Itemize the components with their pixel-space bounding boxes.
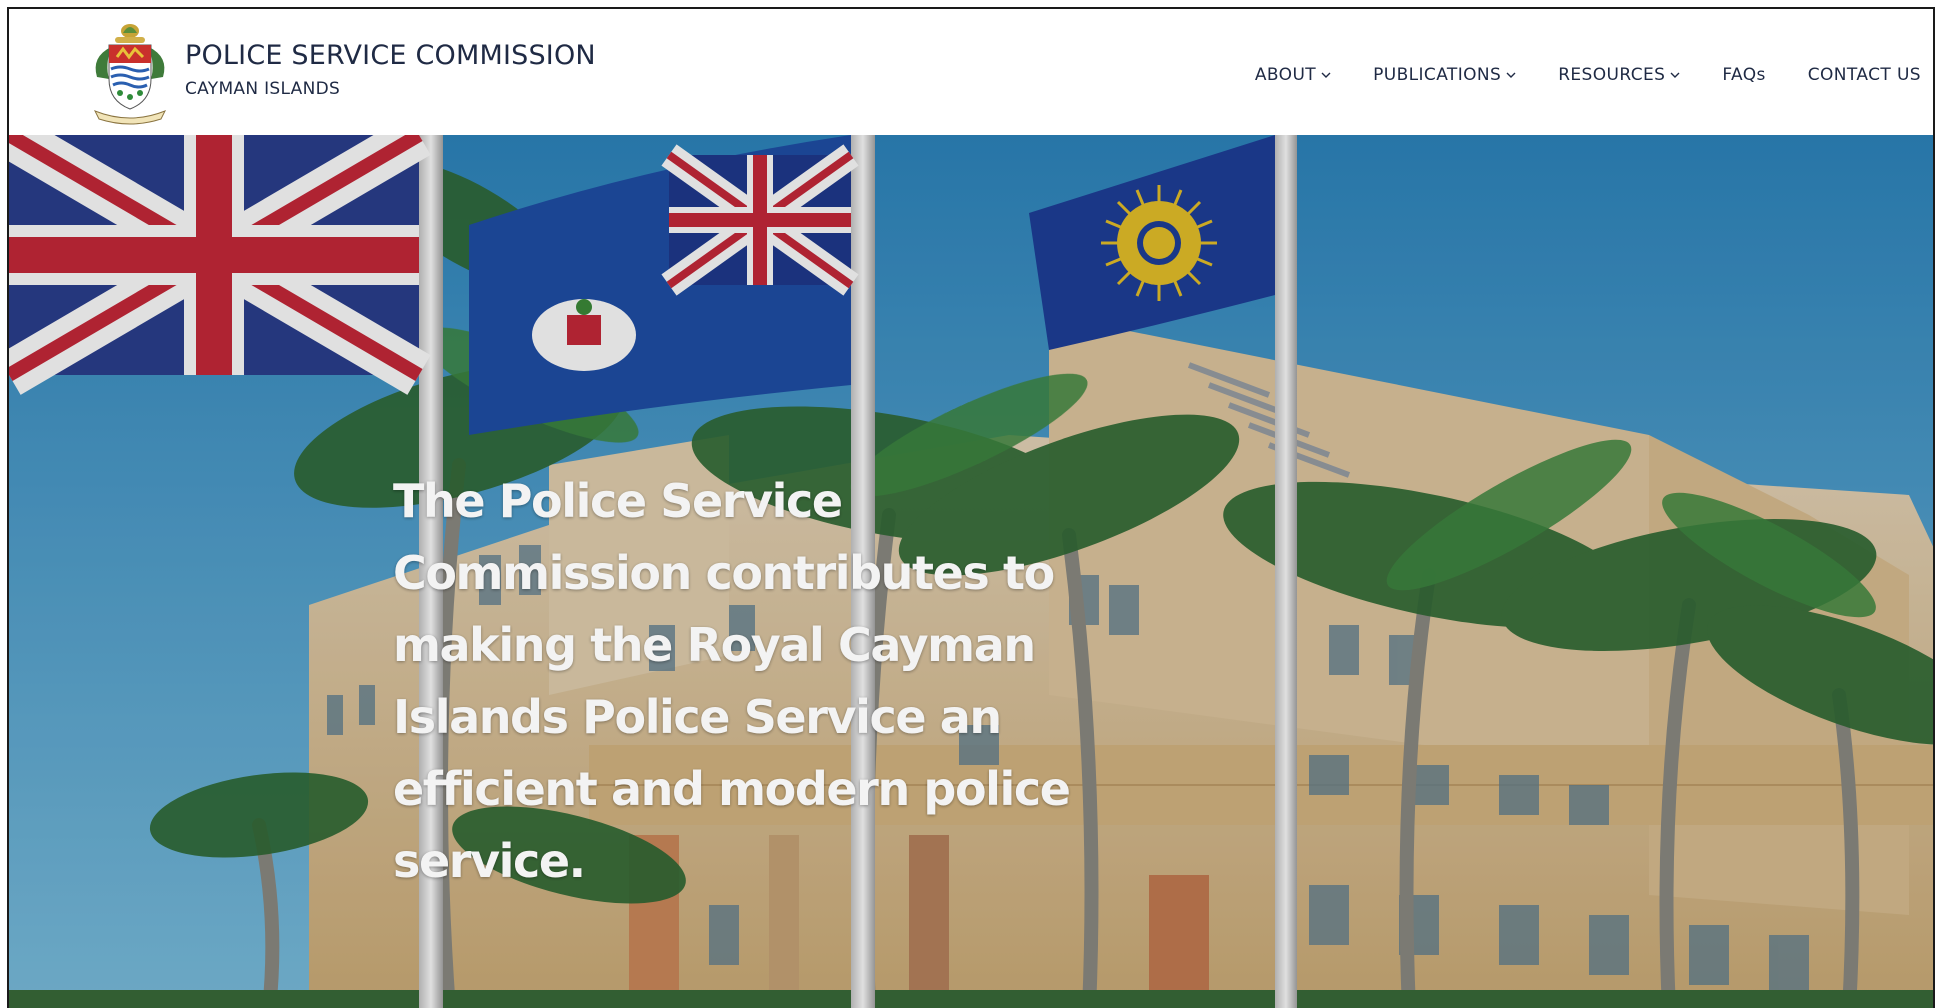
nav-label: RESOURCES xyxy=(1558,65,1666,85)
coat-of-arms-icon xyxy=(93,24,167,125)
hero-banner: The Police Service Commission contribute… xyxy=(9,135,1933,1008)
nav-label: CONTACT US xyxy=(1807,65,1921,85)
nav-label: FAQs xyxy=(1722,65,1766,85)
site-header: POLICE SERVICE COMMISSION CAYMAN ISLANDS… xyxy=(9,9,1933,135)
chevron-down-icon xyxy=(1506,72,1516,78)
site-subtitle: CAYMAN ISLANDS xyxy=(185,78,341,99)
nav-label: PUBLICATIONS xyxy=(1373,65,1502,85)
main-nav: ABOUT PUBLICATIONS RESOURCES FAQs CONTAC… xyxy=(1213,65,1921,85)
chevron-down-icon xyxy=(1321,72,1331,78)
nav-item-contact-us[interactable]: CONTACT US xyxy=(1808,65,1921,85)
nav-item-faqs[interactable]: FAQs xyxy=(1722,65,1765,85)
site-title: POLICE SERVICE COMMISSION xyxy=(185,39,596,71)
nav-item-about[interactable]: ABOUT xyxy=(1255,65,1331,85)
browser-viewport: POLICE SERVICE COMMISSION CAYMAN ISLANDS… xyxy=(7,7,1935,1008)
nav-label: ABOUT xyxy=(1254,65,1317,85)
nav-item-publications[interactable]: PUBLICATIONS xyxy=(1373,65,1516,85)
nav-item-resources[interactable]: RESOURCES xyxy=(1558,65,1680,85)
hero-heading: The Police Service Commission contribute… xyxy=(393,474,1071,888)
chevron-down-icon xyxy=(1670,72,1680,78)
brand-home-link[interactable]: POLICE SERVICE COMMISSION CAYMAN ISLANDS xyxy=(87,17,596,125)
